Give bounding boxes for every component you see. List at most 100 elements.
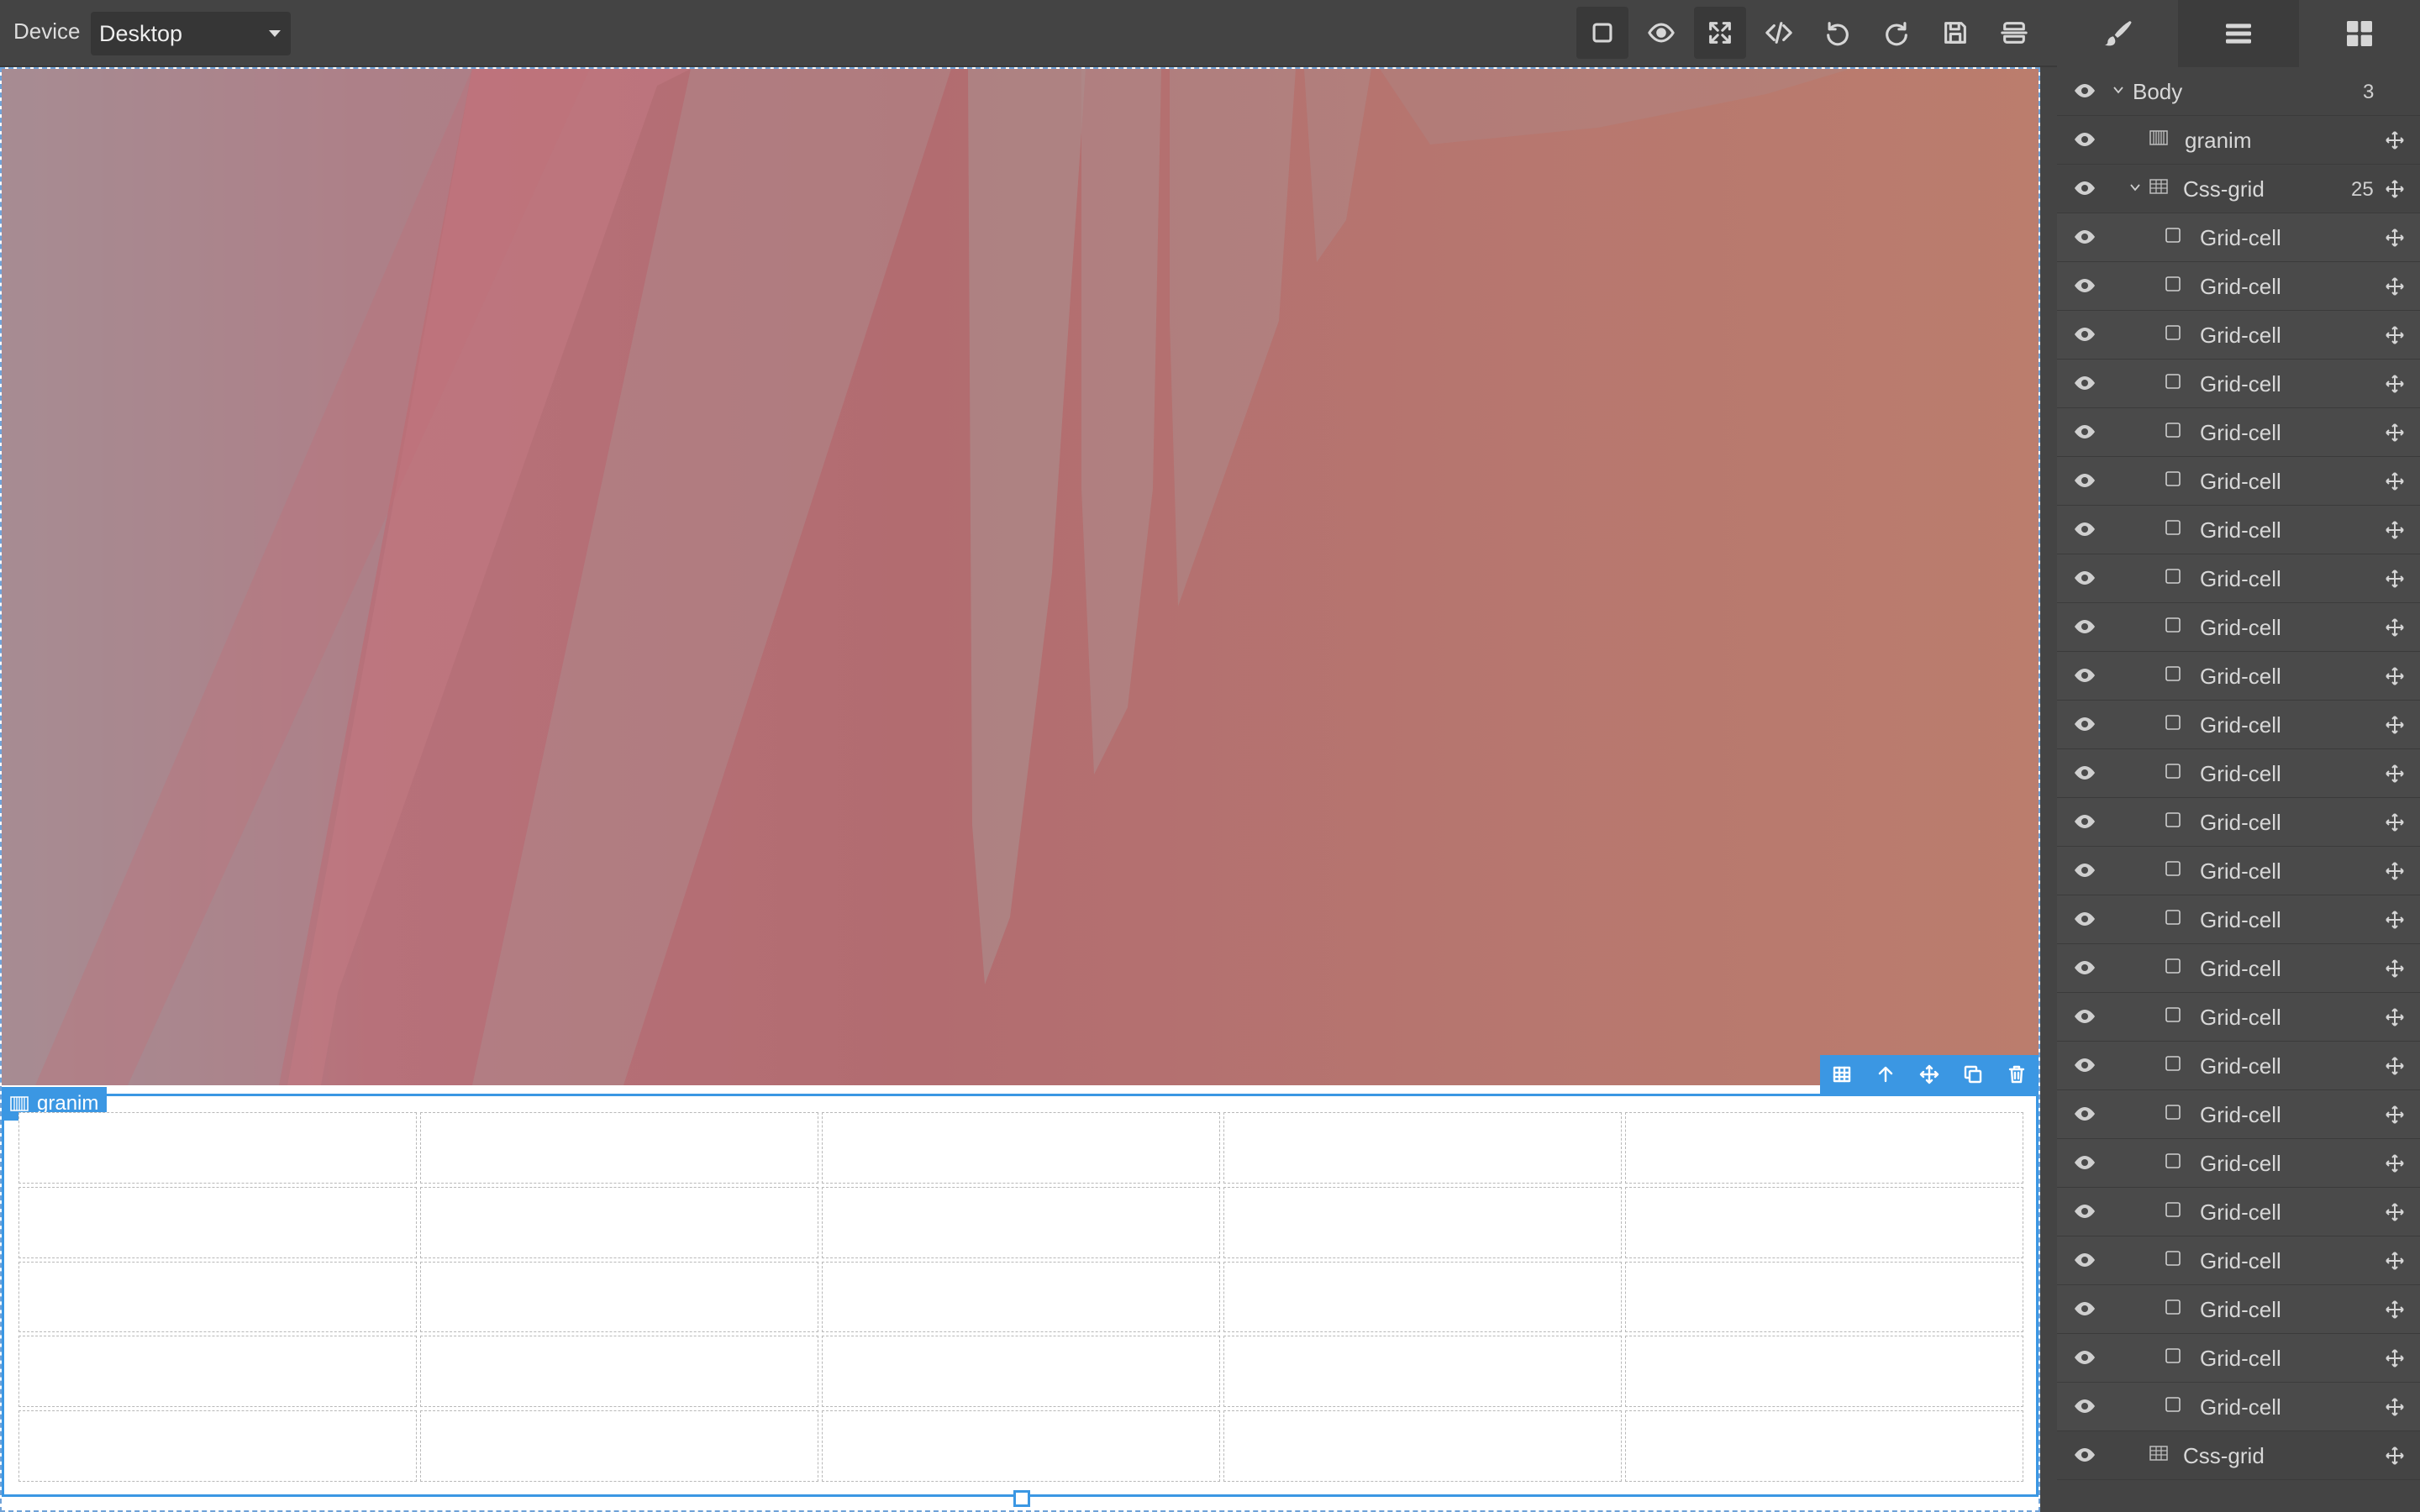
caret-down-icon[interactable] bbox=[2129, 181, 2141, 193]
css-grid[interactable] bbox=[18, 1112, 2023, 1482]
layer-css-grid[interactable]: Css-grid 25 bbox=[2057, 165, 2420, 213]
eye-icon[interactable] bbox=[2074, 1204, 2096, 1219]
eye-icon[interactable] bbox=[2074, 911, 2096, 927]
layer-grid-cell[interactable]: Grid-cell bbox=[2057, 895, 2420, 944]
grid-cell[interactable] bbox=[822, 1261, 1220, 1333]
layer-grid-cell[interactable]: Grid-cell bbox=[2057, 360, 2420, 408]
layer-grid-cell[interactable]: Grid-cell bbox=[2057, 847, 2420, 895]
grid-cell[interactable] bbox=[1625, 1261, 2023, 1333]
arrow-up-icon[interactable] bbox=[1876, 1064, 1896, 1084]
eye-icon[interactable] bbox=[2074, 619, 2096, 634]
eye-icon[interactable] bbox=[2074, 960, 2096, 975]
trash-icon[interactable] bbox=[2007, 1064, 2027, 1084]
grid-cell[interactable] bbox=[420, 1261, 818, 1333]
layer-grid-cell[interactable]: Grid-cell bbox=[2057, 1334, 2420, 1383]
move-icon[interactable] bbox=[2385, 1397, 2405, 1417]
eye-icon[interactable] bbox=[2074, 473, 2096, 488]
eye-icon[interactable] bbox=[2074, 132, 2096, 147]
editor-canvas[interactable]: granim bbox=[0, 67, 2040, 1512]
eye-icon[interactable] bbox=[2074, 424, 2096, 439]
move-icon[interactable] bbox=[1919, 1064, 1939, 1084]
layer-grid-cell[interactable]: Grid-cell bbox=[2057, 1285, 2420, 1334]
eye-icon[interactable] bbox=[2074, 1447, 2096, 1462]
eye-icon[interactable] bbox=[2074, 181, 2096, 196]
move-icon[interactable] bbox=[2385, 1153, 2405, 1173]
layer-grid-cell[interactable]: Grid-cell bbox=[2057, 993, 2420, 1042]
eye-icon[interactable] bbox=[2074, 765, 2096, 780]
layer-grid-cell[interactable]: Grid-cell bbox=[2057, 311, 2420, 360]
move-icon[interactable] bbox=[2385, 179, 2405, 199]
eye-icon[interactable] bbox=[2074, 1350, 2096, 1365]
grid-cell[interactable] bbox=[18, 1112, 417, 1184]
eye-icon[interactable] bbox=[2074, 1301, 2096, 1316]
grid-cell[interactable] bbox=[1223, 1410, 1622, 1482]
move-icon[interactable] bbox=[2385, 1056, 2405, 1076]
move-icon[interactable] bbox=[2385, 228, 2405, 248]
layer-granim[interactable]: granim bbox=[2057, 116, 2420, 165]
move-icon[interactable] bbox=[2385, 325, 2405, 345]
grid-cell[interactable] bbox=[822, 1336, 1220, 1408]
sw-visibility-button[interactable] bbox=[1576, 7, 1628, 59]
grid-cell[interactable] bbox=[1223, 1112, 1622, 1184]
move-icon[interactable] bbox=[2385, 1299, 2405, 1320]
move-icon[interactable] bbox=[2385, 471, 2405, 491]
undo-button[interactable] bbox=[1812, 7, 1864, 59]
eye-icon[interactable] bbox=[2074, 1009, 2096, 1024]
eye-icon[interactable] bbox=[2074, 522, 2096, 537]
eye-icon[interactable] bbox=[2074, 1399, 2096, 1414]
grid-cell[interactable] bbox=[822, 1112, 1220, 1184]
layer-grid-cell[interactable]: Grid-cell bbox=[2057, 1139, 2420, 1188]
eye-icon[interactable] bbox=[2074, 814, 2096, 829]
clone-icon[interactable] bbox=[1963, 1064, 1983, 1084]
eye-icon[interactable] bbox=[2074, 327, 2096, 342]
eye-icon[interactable] bbox=[2074, 1058, 2096, 1073]
grid-cell[interactable] bbox=[420, 1336, 818, 1408]
tab-layer-manager[interactable] bbox=[2178, 0, 2299, 67]
move-icon[interactable] bbox=[2385, 1007, 2405, 1027]
layer-grid-cell[interactable]: Grid-cell bbox=[2057, 701, 2420, 749]
move-icon[interactable] bbox=[2385, 812, 2405, 832]
layer-grid-cell[interactable]: Grid-cell bbox=[2057, 603, 2420, 652]
preview-button[interactable] bbox=[1635, 7, 1687, 59]
layer-grid-cell[interactable]: Grid-cell bbox=[2057, 408, 2420, 457]
layer-grid-cell[interactable]: Grid-cell bbox=[2057, 506, 2420, 554]
eye-icon[interactable] bbox=[2074, 229, 2096, 244]
grid-cell[interactable] bbox=[18, 1336, 417, 1408]
grid-cell[interactable] bbox=[1625, 1112, 2023, 1184]
grid-cell[interactable] bbox=[822, 1186, 1220, 1258]
move-icon[interactable] bbox=[2385, 715, 2405, 735]
grid-icon[interactable] bbox=[1832, 1064, 1852, 1084]
grid-cell[interactable] bbox=[420, 1112, 818, 1184]
layer-grid-cell[interactable]: Grid-cell bbox=[2057, 457, 2420, 506]
move-icon[interactable] bbox=[2385, 1348, 2405, 1368]
device-select[interactable]: Desktop bbox=[91, 12, 291, 55]
grid-cell[interactable] bbox=[1223, 1336, 1622, 1408]
layer-css-grid-2[interactable]: Css-grid bbox=[2057, 1431, 2420, 1480]
grid-cell[interactable] bbox=[420, 1186, 818, 1258]
layer-grid-cell[interactable]: Grid-cell bbox=[2057, 798, 2420, 847]
grid-cell[interactable] bbox=[18, 1261, 417, 1333]
move-icon[interactable] bbox=[2385, 764, 2405, 784]
move-icon[interactable] bbox=[2385, 958, 2405, 979]
layer-grid-cell[interactable]: Grid-cell bbox=[2057, 1383, 2420, 1431]
grid-cell[interactable] bbox=[1223, 1261, 1622, 1333]
eye-icon[interactable] bbox=[2074, 717, 2096, 732]
layer-grid-cell[interactable]: Grid-cell bbox=[2057, 1090, 2420, 1139]
layer-grid-cell[interactable]: Grid-cell bbox=[2057, 1236, 2420, 1285]
redo-button[interactable] bbox=[1870, 7, 1923, 59]
fullscreen-button[interactable] bbox=[1694, 7, 1746, 59]
eye-icon[interactable] bbox=[2074, 1155, 2096, 1170]
layer-grid-cell[interactable]: Grid-cell bbox=[2057, 262, 2420, 311]
layer-grid-cell[interactable]: Grid-cell bbox=[2057, 944, 2420, 993]
eye-icon[interactable] bbox=[2074, 863, 2096, 878]
grid-cell[interactable] bbox=[822, 1410, 1220, 1482]
move-icon[interactable] bbox=[2385, 1105, 2405, 1125]
layer-grid-cell[interactable]: Grid-cell bbox=[2057, 554, 2420, 603]
layer-grid-cell[interactable]: Grid-cell bbox=[2057, 1042, 2420, 1090]
grid-cell[interactable] bbox=[1625, 1186, 2023, 1258]
move-icon[interactable] bbox=[2385, 1446, 2405, 1466]
move-icon[interactable] bbox=[2385, 861, 2405, 881]
grid-cell[interactable] bbox=[18, 1410, 417, 1482]
tab-blocks[interactable] bbox=[2299, 0, 2420, 67]
move-icon[interactable] bbox=[2385, 1202, 2405, 1222]
